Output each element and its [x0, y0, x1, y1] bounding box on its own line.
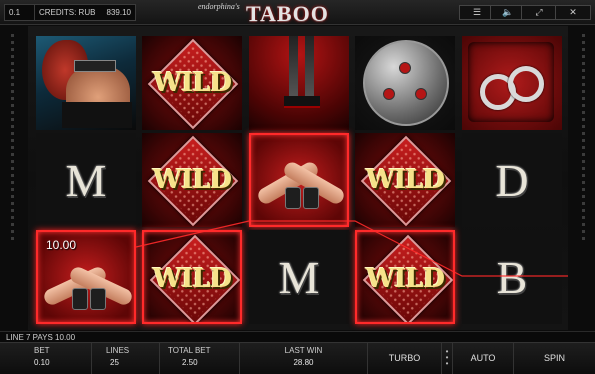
- close-icon[interactable]: ✕: [555, 5, 591, 20]
- reel-area: WILD M WILD WILD D 10.00 WILD M WILD B: [28, 26, 568, 330]
- line-number: 0.1: [4, 4, 36, 21]
- bet-label: BET: [34, 346, 50, 355]
- auto-button[interactable]: AUTO: [452, 343, 514, 374]
- last-win-value: 28.80: [293, 358, 314, 367]
- credits-label: CREDITS: RUB: [39, 8, 96, 17]
- control-bar: BET 0.10 LINES 25 TOTAL BET 2.50 LAST WI…: [0, 342, 595, 374]
- credits-display: CREDITS: RUB 839.10: [34, 4, 136, 21]
- total-bet-value: 2.50: [182, 358, 198, 367]
- lines-selector[interactable]: LINES 25: [92, 343, 160, 374]
- winning-payline: [135, 220, 568, 277]
- bet-value: 0.10: [34, 358, 50, 367]
- spin-button[interactable]: SPIN: [514, 343, 595, 374]
- auto-settings-icon[interactable]: • • •: [444, 348, 450, 368]
- top-bar: 0.1 CREDITS: RUB 839.10 endorphina's TAB…: [0, 0, 595, 26]
- lines-value: 25: [110, 358, 119, 367]
- line-pays-text: LINE 7 PAYS 10.00: [6, 333, 76, 342]
- last-win-label: LAST WIN: [284, 346, 323, 355]
- bet-selector[interactable]: BET 0.10: [0, 343, 92, 374]
- fullscreen-icon[interactable]: ⤢: [521, 5, 557, 20]
- total-bet-display: TOTAL BET 2.50: [160, 343, 240, 374]
- credits-value: 839.10: [106, 8, 131, 17]
- win-amount: 10.00: [46, 238, 77, 252]
- total-bet-label: TOTAL BET: [168, 346, 211, 355]
- game-logo: TABOO: [246, 1, 329, 26]
- brand-subtitle: endorphina's: [198, 2, 240, 11]
- right-line-indicators: [577, 30, 589, 320]
- turbo-button[interactable]: TURBO: [368, 343, 442, 374]
- last-win-display: LAST WIN 28.80: [240, 343, 368, 374]
- left-line-indicators: [6, 30, 18, 320]
- lines-label: LINES: [106, 346, 130, 355]
